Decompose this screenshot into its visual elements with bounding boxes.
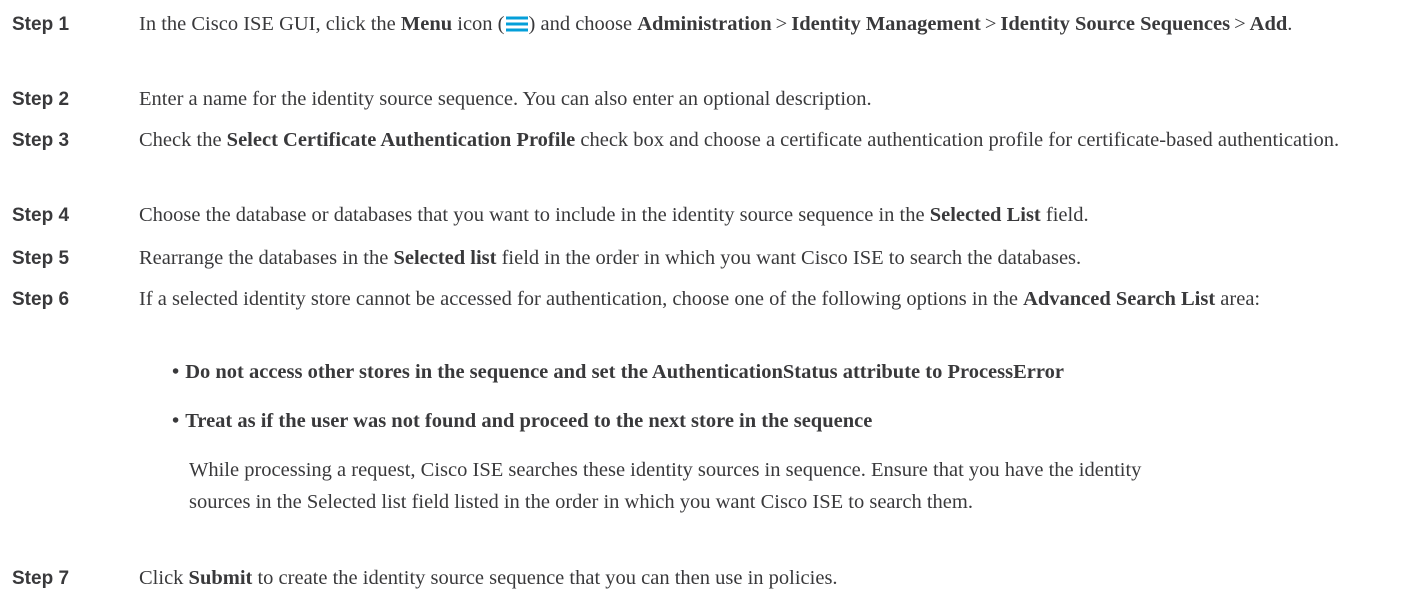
step-label: Step 3: [12, 130, 70, 151]
step-text: Click: [139, 567, 189, 589]
ui-term-add: Add: [1249, 13, 1288, 35]
option-text: Treat as if the user was not found and p…: [185, 410, 873, 432]
step-text: field in the order in which you want Cis…: [496, 247, 1082, 269]
bullet-marker: •: [172, 361, 180, 383]
step-text: check box and choose a certificate authe…: [575, 129, 1340, 151]
step-text: ) and choose: [528, 13, 638, 35]
step-label: Step 6: [12, 289, 70, 310]
ui-term-administration: Administration: [637, 13, 772, 35]
step-text: to create the identity source sequence t…: [252, 567, 838, 589]
step-text: .: [1287, 13, 1293, 35]
step-body: If a selected identity store cannot be a…: [139, 284, 1401, 315]
step-label: Step 7: [12, 568, 70, 589]
ui-term-identity-management: Identity Management: [791, 13, 981, 35]
list-item: • Do not access other stores in the seque…: [172, 357, 1064, 388]
step-text: area:: [1215, 288, 1261, 310]
step-text: field.: [1040, 204, 1089, 226]
bullet-marker: •: [172, 410, 180, 432]
note-line: sources in the Selected list field liste…: [189, 491, 973, 513]
step-label: Step 2: [12, 89, 70, 110]
step-text: If a selected identity store cannot be a…: [139, 288, 1024, 310]
step-body: Check the Select Certificate Authenticat…: [139, 125, 1401, 156]
path-separator: >: [984, 13, 997, 35]
ui-term-selected-list: Selected list: [393, 247, 497, 269]
step-text: Check the: [139, 129, 227, 151]
step-text: Choose the database or databases that yo…: [139, 204, 930, 226]
path-separator: >: [775, 13, 788, 35]
step-body: In the Cisco ISE GUI, click the Menu ico…: [139, 9, 1401, 40]
step-body: Click Submit to create the identity sour…: [139, 563, 1401, 594]
step-label: Step 1: [12, 14, 70, 35]
option-text: Do not access other stores in the sequen…: [185, 361, 1064, 383]
ui-term-select-certificate-authentication-profile: Select Certificate Authentication Profil…: [226, 129, 576, 151]
ui-term-advanced-search-list: Advanced Search List: [1023, 288, 1216, 310]
hamburger-menu-icon: [505, 11, 528, 32]
step-text: Rearrange the databases in the: [139, 247, 394, 269]
note-paragraph: While processing a request, Cisco ISE se…: [189, 454, 1403, 518]
list-item: • Treat as if the user was not found and …: [172, 406, 872, 437]
ui-term-selected-list: Selected List: [929, 204, 1041, 226]
step-body: Rearrange the databases in the Selected …: [139, 243, 1401, 274]
ui-term-menu: Menu: [400, 13, 453, 35]
step-text: icon (: [452, 13, 505, 35]
step-label: Step 5: [12, 248, 70, 269]
note-line: While processing a request, Cisco ISE se…: [189, 459, 1142, 481]
ui-term-identity-source-sequences: Identity Source Sequences: [1000, 13, 1231, 35]
path-separator: >: [1234, 13, 1246, 35]
step-text: In the Cisco ISE GUI, click the: [139, 13, 401, 35]
step-body: Choose the database or databases that yo…: [139, 200, 1401, 231]
ui-term-submit: Submit: [188, 567, 253, 589]
step-label: Step 4: [12, 205, 70, 226]
step-body: Enter a name for the identity source seq…: [139, 88, 872, 110]
